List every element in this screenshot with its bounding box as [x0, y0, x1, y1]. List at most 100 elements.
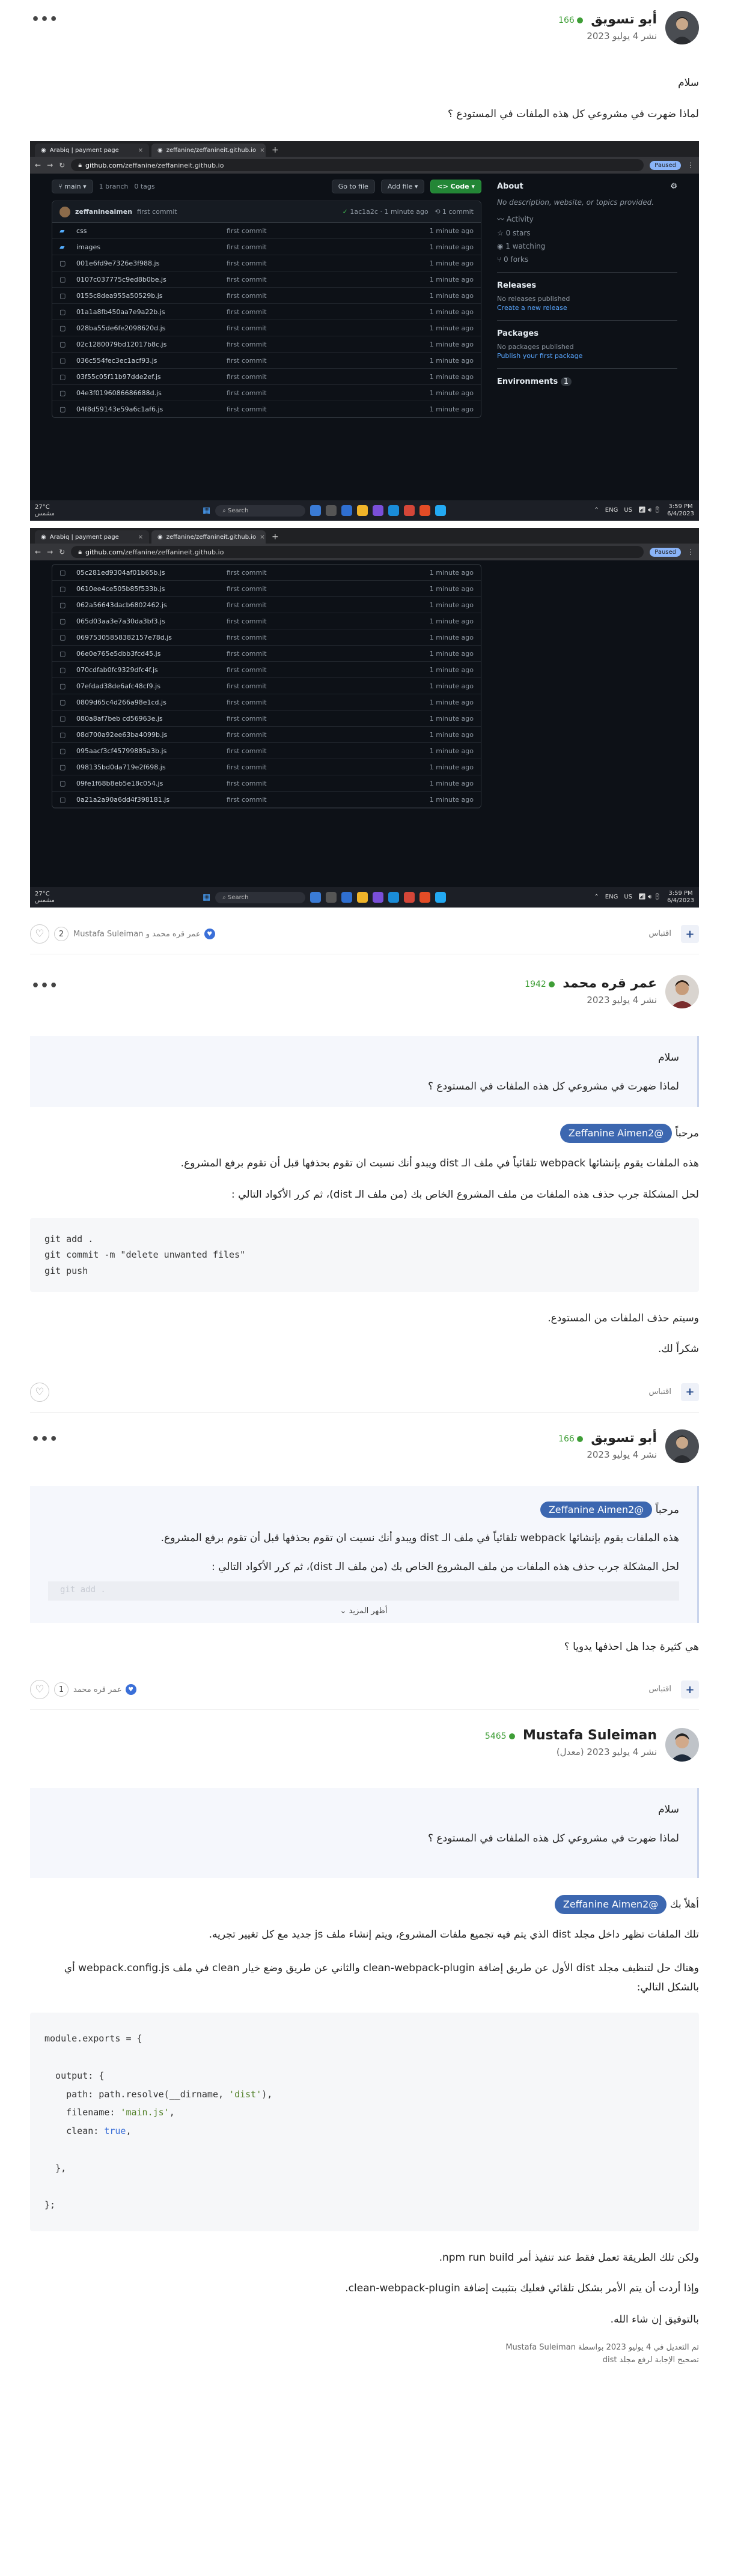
avatar[interactable]	[665, 975, 699, 1008]
commit-message: first commit	[227, 601, 267, 609]
like-button[interactable]: ♡	[30, 924, 49, 944]
post-date[interactable]: نشر 4 يوليو 2023 (معدل)	[485, 1747, 657, 1757]
like-button[interactable]: ♡	[30, 1680, 49, 1700]
post: أبو تسويق 166 نشر 4 يوليو 2023 ••• مرحبا…	[30, 1426, 699, 1711]
file-icon: ▢	[59, 584, 66, 593]
new-tab-icon: +	[272, 145, 279, 155]
author-name[interactable]: أبو تسويق	[591, 12, 657, 27]
code-block: module.exports = { output: { path: path.…	[30, 2013, 699, 2231]
like-button[interactable]: ♡	[30, 1382, 49, 1402]
like-count[interactable]: 2	[54, 927, 69, 941]
commit-time: 1 minute ago	[429, 714, 474, 723]
paragraph: لحل المشكلة جرب حذف هذه الملفات من ملف ا…	[231, 1188, 699, 1201]
commit-message: first commit	[227, 795, 267, 804]
author-name[interactable]: عمر قره محمد	[563, 976, 657, 991]
commit-message: first commit	[227, 698, 267, 706]
file-icon: ▢	[59, 730, 66, 739]
go-to-file-button: Go to file	[331, 180, 375, 193]
post-date[interactable]: نشر 4 يوليو 2023	[558, 1449, 657, 1460]
reputation-icon	[508, 1733, 515, 1740]
file-icon: ▢	[59, 308, 66, 316]
reputation-badge: 5465	[485, 1732, 515, 1741]
avatar[interactable]	[665, 1429, 699, 1463]
file-name: 0107c037775c9ed8b0be.js	[76, 275, 166, 283]
file-icon: ▢	[59, 763, 66, 771]
mention[interactable]: @Zeffanine Aimen2	[554, 1895, 667, 1915]
file-row: ▢ 04e3f0196086686688d.js first commit 1 min…	[52, 385, 481, 401]
file-name: 0a21a2a90a6dd4f398181.js	[76, 795, 170, 804]
mention[interactable]: @Zeffanine Aimen2	[560, 1124, 673, 1143]
file-name: 036c554fec3ec1acf93.js	[76, 356, 157, 365]
like-count[interactable]: 1	[54, 1682, 69, 1697]
file-name: 080a8af7beb cd56963e.js	[76, 714, 163, 723]
avatar	[59, 206, 70, 217]
more-options-icon[interactable]: •••	[31, 1432, 58, 1447]
paused-badge: Paused	[650, 160, 681, 170]
code-fragment: git add .	[48, 1581, 679, 1601]
file-name: 0155c8dea955a50529b.js	[76, 291, 163, 300]
file-name: images	[76, 243, 100, 251]
quote-text: سلام	[658, 1804, 679, 1816]
file-icon: ▢	[59, 682, 66, 690]
windows-start-icon: ▦	[202, 506, 211, 515]
commit-time: 1 minute ago	[429, 568, 474, 577]
commit-message: first commit	[227, 275, 267, 283]
quote-link[interactable]: اقتباس	[648, 1387, 671, 1396]
edit-reason: تصحيح الإجابة لرفع مجلد dist	[602, 2356, 699, 2365]
file-table: zeffanineaimen first commit ✓ 1ac1a2c · …	[52, 201, 481, 418]
file-row: ▢ 095aacf3cf45799885a3b.js first commit 1 m…	[52, 743, 481, 759]
quote-text: هذه الملفات يقوم بإنشائها webpack تلقائي…	[160, 1532, 679, 1544]
multiquote-button[interactable]: +	[681, 1680, 699, 1699]
commit-message: first commit	[227, 291, 267, 300]
quote-link[interactable]: اقتباس	[648, 1685, 671, 1694]
branch-count: 1 branch	[99, 183, 129, 190]
likers[interactable]: ♥ عمر قره محمد و Mustafa Suleiman	[73, 929, 215, 939]
file-icon: ▢	[59, 324, 66, 332]
vscode-icon	[435, 505, 447, 516]
paragraph: وإذا أردت أن يتم الأمر بشكل تلقائي فعليك…	[345, 2282, 699, 2295]
commit-message: first commit	[227, 389, 267, 397]
app-icon	[310, 505, 322, 516]
latest-commit: zeffanineaimen first commit ✓ 1ac1a2c · …	[52, 201, 481, 223]
quote-text: لحل المشكلة جرب حذف هذه الملفات من ملف ا…	[212, 1560, 679, 1573]
file-name: 03f55c05f11b97dde2ef.js	[76, 372, 161, 381]
avatar[interactable]	[665, 1728, 699, 1762]
attached-screenshot[interactable]: ◉ Arabiq | payment page × ◉ zeffanine/zeffa…	[30, 141, 699, 521]
file-row: ▢ 07efdad38de6afc48cf9.js first commit 1 mi…	[52, 678, 481, 694]
file-row: ▢ 065d03aa3e7a30da3bf3.js first commit 1 mi…	[52, 613, 481, 629]
file-row: ▢ 06e0e765e5dbb3fcd45.js first commit 1 min…	[52, 646, 481, 662]
file-icon: ▢	[59, 698, 66, 706]
more-options-icon[interactable]: •••	[31, 978, 58, 993]
file-name: 04f8d59143e59a6c1af6.js	[76, 405, 163, 413]
commit-time: 1 minute ago	[429, 795, 474, 804]
weather-widget: 27°C مشمس	[35, 504, 55, 517]
more-options-icon[interactable]: •••	[31, 12, 58, 27]
file-icon: ▢	[59, 601, 66, 609]
multiquote-button[interactable]: +	[681, 1383, 699, 1401]
multiquote-button[interactable]: +	[681, 925, 699, 943]
avatar[interactable]	[665, 11, 699, 44]
read-more-button[interactable]: أظهر المزيد ⌄	[48, 1607, 679, 1616]
likers[interactable]: ♥ عمر قره محمد	[73, 1684, 136, 1696]
author-name[interactable]: Mustafa Suleiman	[523, 1728, 657, 1743]
mention[interactable]: @Zeffanine Aimen2	[540, 1501, 653, 1518]
file-icon: ▢	[59, 747, 66, 755]
file-name: 09fe1f68b8eb5e18c054.js	[76, 779, 163, 787]
attached-screenshot[interactable]: ◉ Arabiq | payment page × ◉ zeffanine/zeffa…	[30, 528, 699, 908]
quote-link[interactable]: اقتباس	[648, 929, 671, 938]
post-date[interactable]: نشر 4 يوليو 2023	[525, 995, 657, 1005]
paragraph: بالتوفيق إن شاء الله.	[610, 2313, 699, 2326]
author-name[interactable]: أبو تسويق	[591, 1431, 657, 1446]
file-icon: ▢	[59, 649, 66, 658]
file-name: 08d700a92ee63ba4099b.js	[76, 730, 168, 739]
about-title: About ⚙	[497, 182, 677, 191]
repo-toolbar: ⑂ main ▾ 1 branch 0 tags Go to file Add …	[52, 180, 481, 193]
packages-title: Packages	[497, 329, 538, 338]
code-block: git add . git commit -m "delete unwanted…	[30, 1218, 699, 1292]
commit-message: first commit	[227, 682, 267, 690]
reputation-badge: 166	[558, 16, 583, 25]
post-date[interactable]: نشر 4 يوليو 2023	[558, 31, 657, 41]
url-bar: 🔒︎ github.com/zeffanine/zeffanineit.githu…	[71, 159, 644, 171]
forward-icon: →	[47, 161, 53, 169]
quote-block: سلام لماذا ضهرت في مشروعي كل هذه الملفات…	[30, 1036, 699, 1107]
